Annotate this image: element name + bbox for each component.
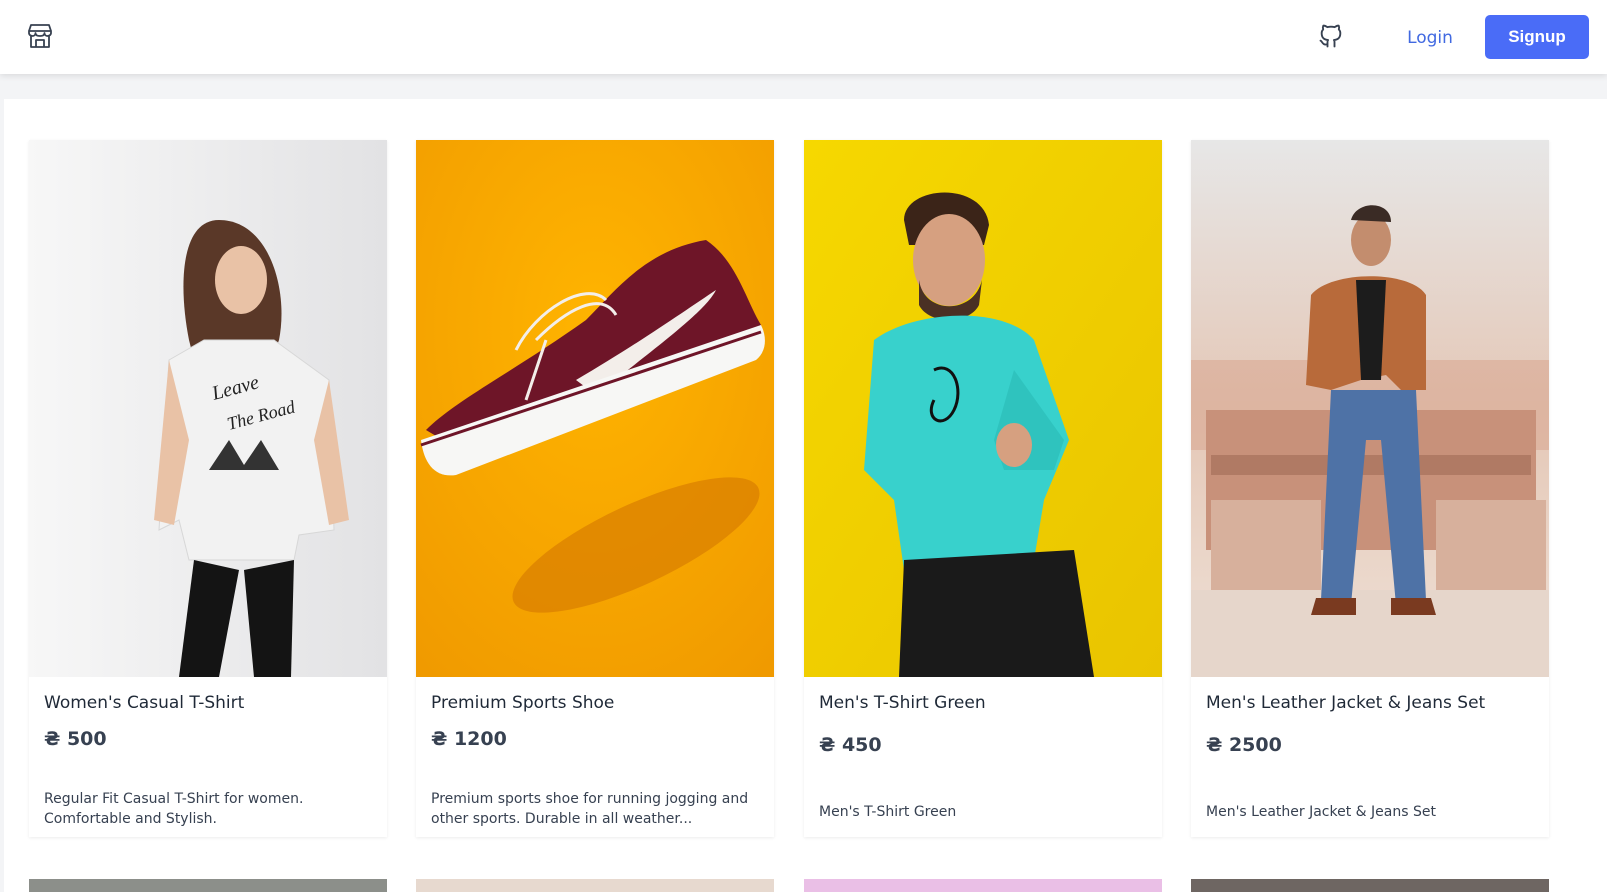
login-link[interactable]: Login [1386,20,1474,56]
product-card[interactable]: Premium Sports Shoe ₴ 1200 Premium sport… [416,140,774,837]
product-image-mens-tshirt-green [804,140,1162,677]
navbar: Login Signup [0,0,1607,74]
store-icon[interactable] [26,22,54,50]
product-title[interactable]: Premium Sports Shoe [431,693,766,713]
product-image-next-row-1 [29,879,387,892]
product-image-next-row-2 [416,879,774,892]
product-description: Men's T-Shirt Green [819,804,957,820]
product-image-womens-tshirt: Leave The Road [29,140,387,677]
github-icon[interactable] [1317,22,1345,50]
product-price: ₴ 2500 [1206,734,1282,756]
product-title[interactable]: Men's T-Shirt Green [819,693,1154,713]
product-price: ₴ 1200 [431,728,507,750]
product-image-next-row-4 [1191,879,1549,892]
product-price: ₴ 450 [819,734,882,756]
product-title[interactable]: Men's Leather Jacket & Jeans Set [1206,693,1541,713]
product-card[interactable]: Men's Leather Jacket & Jeans Set ₴ 2500 … [1191,140,1549,837]
product-image-leather-jacket-set [1191,140,1549,677]
product-price: ₴ 500 [44,728,107,750]
signup-button[interactable]: Signup [1485,15,1589,59]
product-title[interactable]: Women's Casual T-Shirt [44,693,379,713]
product-description: Premium sports shoe for running jogging … [431,791,749,827]
product-image-sports-shoe [416,140,774,677]
product-image-next-row-3 [804,879,1162,892]
product-description: Regular Fit Casual T-Shirt for women. Co… [44,791,304,827]
product-card[interactable]: Leave The Road Women's Casual T-Shirt ₴ … [29,140,387,837]
product-card[interactable]: Men's T-Shirt Green ₴ 450 Men's T-Shirt … [804,140,1162,837]
product-grid: Leave The Road Women's Casual T-Shirt ₴ … [4,99,1607,892]
product-description: Men's Leather Jacket & Jeans Set [1206,804,1436,820]
